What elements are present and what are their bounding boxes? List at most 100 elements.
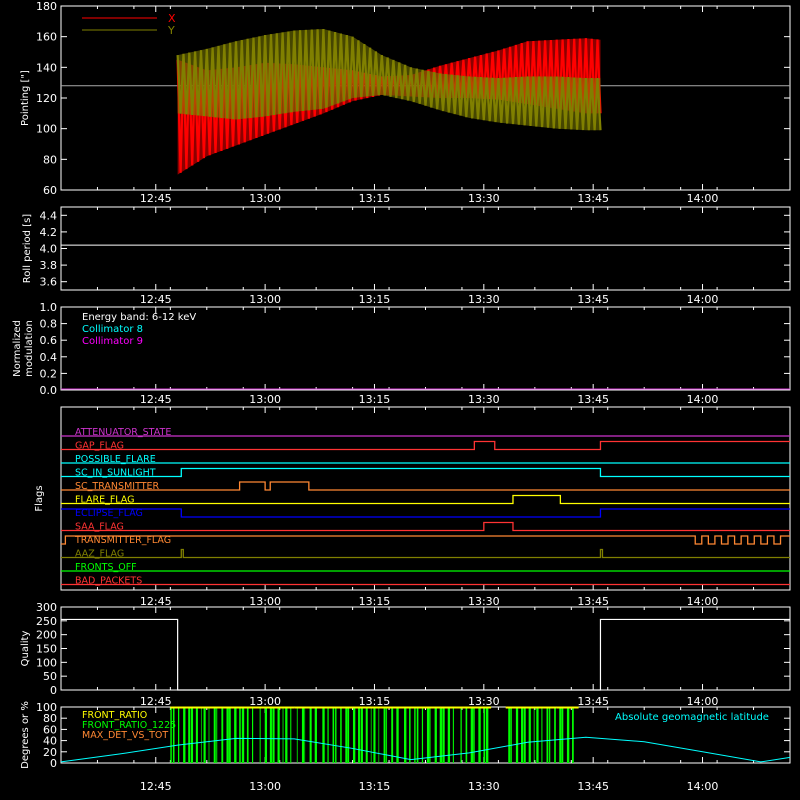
front-ratio-1225-bar: [183, 707, 186, 763]
y-tick-label: 20: [43, 746, 57, 759]
front-ratio-1225-bar: [358, 707, 360, 763]
front-ratio-1225-bar: [460, 707, 462, 763]
front-ratio-1225-bar: [473, 707, 475, 763]
front-ratio-1225-bar: [554, 707, 556, 763]
front-ratio-1225-bar: [378, 707, 380, 763]
front-ratio-1225-bar: [391, 707, 394, 763]
figure: 12:45 13:00 13:15 13:30 13:45 14:006080100120…: [12, 0, 791, 793]
legend-label: MAX_DET_VS_TOT: [82, 730, 168, 741]
front-ratio-1225-bar: [203, 707, 206, 763]
x-tick-label: 13:00: [249, 780, 281, 793]
x-tick-label: 14:00: [687, 393, 719, 406]
y-tick-label: 50: [43, 670, 57, 683]
x-tick-label: 13:15: [359, 192, 391, 205]
y-tick-label: 0.2: [40, 367, 58, 380]
front-ratio-1225-bar: [421, 707, 424, 763]
y-tick-label: 80: [43, 712, 57, 725]
y-tick-label: 100: [36, 656, 57, 669]
front-ratio-1225-bar: [478, 707, 481, 763]
front-ratio-1225-bar: [561, 707, 564, 763]
x-tick-label: 13:45: [577, 595, 609, 608]
y-tick-label: 100: [36, 123, 57, 136]
front-ratio-1225-bar: [541, 707, 543, 763]
front-ratio-1225-bar: [264, 707, 268, 763]
front-ratio-1225-bar: [373, 707, 376, 763]
y-tick-label: 80: [43, 153, 57, 166]
front-ratio-1225-bar: [190, 707, 194, 763]
x-tick-label: 13:30: [468, 695, 500, 708]
x-tick-label: 13:30: [468, 780, 500, 793]
x-tick-label: 13:45: [577, 192, 609, 205]
front-ratio-1225-bar: [345, 707, 348, 763]
flag-trace: [61, 440, 790, 451]
latitude-annotation: Absolute geomagnetic latitude: [615, 712, 769, 723]
flag-trace: [61, 508, 790, 518]
front-ratio-1225-bar: [277, 707, 280, 763]
y-tick-label: 0: [50, 684, 57, 697]
y-tick-label: 1.0: [40, 301, 58, 314]
front-ratio-1225-bar: [365, 707, 368, 763]
y-axis-label: Normalized: [12, 320, 23, 377]
front-ratio-1225-bar: [327, 707, 329, 763]
y-tick-label: 120: [36, 92, 57, 105]
x-tick-label: 12:45: [140, 595, 172, 608]
front-ratio-1225-bar: [221, 707, 224, 763]
front-ratio-1225-bar: [269, 707, 272, 763]
front-ratio-1225-bar: [200, 707, 202, 763]
x-tick-label: 13:45: [577, 780, 609, 793]
y-tick-label: 60: [43, 184, 57, 197]
x-tick-label: 13:30: [468, 293, 500, 306]
front-ratio-1225-bar: [290, 707, 292, 763]
front-ratio-1225-bar: [188, 707, 191, 763]
front-ratio-1225-bar: [486, 707, 489, 763]
y-tick-label: 0: [50, 757, 57, 770]
y-axis-label: modulation: [24, 320, 35, 377]
front-ratio-1225-bar: [370, 707, 372, 763]
front-ratio-1225-bar: [533, 707, 535, 763]
y-tick-label: 150: [36, 643, 57, 656]
flag-trace: [61, 467, 790, 478]
x-tick-label: 13:00: [249, 393, 281, 406]
front-ratio-1225-bar: [442, 707, 445, 763]
y-axis-label: Degrees or %: [20, 701, 31, 769]
quality-line: [61, 618, 790, 691]
front-ratio-1225-bar: [178, 707, 180, 763]
y-tick-label: 200: [36, 629, 57, 642]
y-tick-label: 0.6: [40, 334, 58, 347]
y-tick-label: 4.4: [40, 209, 58, 222]
front-ratio-1225-bar: [301, 707, 305, 763]
front-ratio-1225-bar: [414, 707, 416, 763]
legend-label: Collimator 8: [82, 324, 143, 335]
front-ratio-1225-bar: [195, 707, 198, 763]
front-ratio-1225-bar: [322, 707, 325, 763]
front-ratio-1225-bar: [429, 707, 431, 763]
x-tick-label: 13:45: [577, 293, 609, 306]
energy-band-label: Energy band: 6-12 keV: [82, 312, 196, 323]
y-tick-label: 250: [36, 615, 57, 628]
y-axis-label: Quality: [20, 631, 31, 667]
x-tick-label: 13:45: [577, 695, 609, 708]
front-ratio-1225-bar: [296, 707, 298, 763]
front-ratio-1225-bar: [434, 707, 437, 763]
front-ratio-1225-bar: [470, 707, 474, 763]
y-tick-label: 180: [36, 0, 57, 13]
front-ratio-1225-bar: [239, 707, 241, 763]
front-ratio-1225-bar: [234, 707, 237, 763]
front-ratio-1225-bar: [272, 707, 275, 763]
front-ratio-1225-bar: [208, 707, 210, 763]
front-ratio-1225-bar: [536, 707, 539, 763]
x-tick-label: 13:15: [359, 393, 391, 406]
y-tick-label: 0.4: [40, 351, 58, 364]
front-ratio-1225-bar: [347, 707, 350, 763]
front-ratio-1225-bar: [251, 707, 254, 763]
x-tick-label: 13:00: [249, 595, 281, 608]
y-axis-label: Pointing ["]: [20, 70, 31, 126]
y-tick-label: 0.8: [40, 318, 58, 331]
front-ratio-1225-bar: [229, 707, 231, 763]
x-tick-label: 14:00: [687, 293, 719, 306]
y-tick-label: 100: [36, 701, 57, 714]
front-ratio-1225-bar: [241, 707, 245, 763]
front-ratio-1225-bar: [549, 707, 551, 763]
y-tick-label: 3.6: [40, 276, 58, 289]
legend-label: Y: [167, 24, 175, 37]
